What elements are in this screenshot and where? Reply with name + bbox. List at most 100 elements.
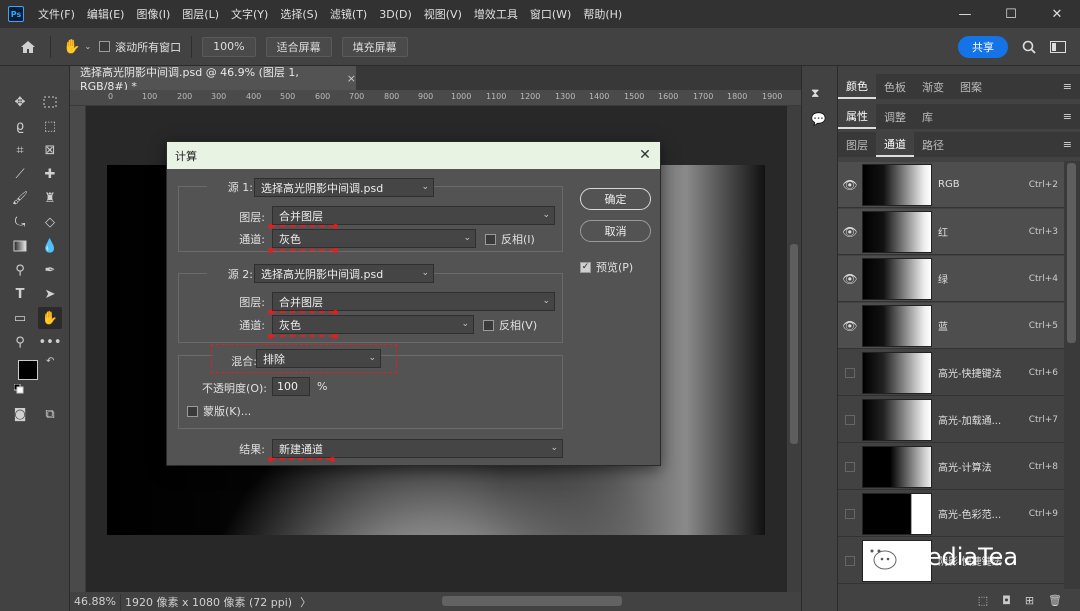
tab-color[interactable]: 颜色: [838, 74, 876, 99]
search-icon[interactable]: [1022, 40, 1036, 54]
visibility-toggle[interactable]: [845, 367, 855, 378]
checkmark-icon[interactable]: ✓: [580, 261, 591, 273]
swap-colors-icon[interactable]: ↶: [46, 356, 54, 367]
menu-edit[interactable]: 编辑(E): [81, 6, 131, 22]
dialog-close-button[interactable]: ✕: [636, 146, 654, 164]
gradient-tool-icon[interactable]: [8, 235, 32, 257]
menu-plugins[interactable]: 增效工具: [468, 6, 524, 22]
frame-tool-icon[interactable]: ⊠: [38, 139, 62, 161]
document-tab[interactable]: 选择高光阴影中间调.psd @ 46.9% (图层 1, RGB/8#) * ×: [70, 66, 356, 93]
menu-file[interactable]: 文件(F): [32, 6, 81, 22]
visibility-toggle[interactable]: [845, 461, 855, 472]
panel-menu-icon[interactable]: ≡: [1063, 80, 1072, 93]
document-info[interactable]: 1920 像素 x 1080 像素 (72 ppi): [120, 593, 292, 610]
path-select-tool-icon[interactable]: ➤: [38, 283, 62, 305]
source1-file-select[interactable]: 选择高光阴影中间调.psd ⌄: [254, 178, 434, 197]
visibility-toggle[interactable]: [845, 508, 855, 519]
mask-checkbox[interactable]: 蒙版(K)...: [187, 403, 251, 419]
source2-file-select[interactable]: 选择高光阴影中间调.psd ⌄: [254, 264, 434, 283]
eyedropper-tool-icon[interactable]: ⟋: [8, 163, 32, 185]
tab-layers[interactable]: 图层: [838, 132, 876, 157]
move-tool-icon[interactable]: ✥: [8, 91, 32, 113]
lasso-tool-icon[interactable]: ϱ: [8, 115, 32, 137]
maximize-button[interactable]: ☐: [988, 0, 1034, 28]
menu-view[interactable]: 视图(V): [418, 6, 468, 22]
close-tab-icon[interactable]: ×: [347, 72, 356, 85]
eraser-tool-icon[interactable]: ◇: [38, 211, 62, 233]
menu-window[interactable]: 窗口(W): [524, 6, 577, 22]
checkbox-box[interactable]: [485, 233, 496, 245]
type-tool-icon[interactable]: T: [8, 283, 32, 305]
crop-tool-icon[interactable]: ⌗: [8, 139, 32, 161]
source2-invert-checkbox[interactable]: 反相(V): [483, 317, 537, 333]
chevron-down-icon[interactable]: ⌄: [84, 42, 91, 51]
menu-layer[interactable]: 图层(L): [176, 6, 225, 22]
delete-channel-icon[interactable]: 🗑: [1048, 594, 1062, 607]
comments-panel-icon[interactable]: 💬: [811, 112, 829, 130]
scroll-all-windows-checkbox[interactable]: 滚动所有窗口: [99, 39, 181, 55]
zoom-100-button[interactable]: 100%: [202, 36, 256, 57]
save-selection-icon[interactable]: ◘: [1002, 594, 1011, 607]
source1-layer-select[interactable]: 合并图层 ⌄: [272, 206, 555, 225]
source1-channel-select[interactable]: 灰色 ⌄: [272, 229, 476, 248]
status-arrow-icon[interactable]: 〉: [300, 594, 311, 610]
fill-screen-button[interactable]: 填充屏幕: [341, 36, 408, 57]
visibility-toggle[interactable]: [845, 414, 855, 425]
zoom-level[interactable]: 46.88%: [74, 595, 118, 608]
history-brush-icon[interactable]: ⤿: [8, 211, 32, 233]
foreground-color-swatch[interactable]: [18, 360, 38, 380]
scrollbar-thumb[interactable]: [790, 244, 798, 444]
tab-properties[interactable]: 属性: [838, 104, 876, 129]
hand-tool-icon[interactable]: ✋: [63, 39, 80, 55]
panel-menu-icon[interactable]: ≡: [1063, 110, 1072, 123]
preview-checkbox[interactable]: ✓ 预览(P): [580, 259, 633, 275]
source2-channel-select[interactable]: 灰色 ⌄: [272, 315, 474, 334]
tab-swatches[interactable]: 色板: [876, 74, 914, 99]
tab-libraries[interactable]: 库: [914, 104, 941, 129]
tab-gradients[interactable]: 渐变: [914, 74, 952, 99]
scrollbar-thumb[interactable]: [1067, 163, 1076, 343]
vertical-scrollbar[interactable]: [787, 106, 801, 592]
channel-row[interactable]: 高光-快捷键法 Ctrl+6: [838, 350, 1064, 396]
eye-icon[interactable]: 👁: [838, 178, 862, 192]
channel-row[interactable]: 👁 红 Ctrl+3: [838, 209, 1064, 255]
blur-tool-icon[interactable]: 💧: [38, 235, 62, 257]
zoom-tool-icon[interactable]: ⚲: [8, 331, 32, 353]
home-icon[interactable]: [18, 40, 38, 54]
photoshop-app-icon[interactable]: Ps: [8, 6, 24, 22]
source2-layer-select[interactable]: 合并图层 ⌄: [272, 292, 555, 311]
healing-brush-icon[interactable]: ✚: [38, 163, 62, 185]
eye-icon[interactable]: 👁: [838, 272, 862, 286]
menu-help[interactable]: 帮助(H): [577, 6, 628, 22]
channel-row[interactable]: 👁 RGB Ctrl+2: [838, 162, 1064, 208]
fit-screen-button[interactable]: 适合屏幕: [265, 36, 332, 57]
eye-icon[interactable]: 👁: [838, 225, 862, 239]
channels-scrollbar[interactable]: [1064, 161, 1080, 589]
ok-button[interactable]: 确定: [580, 188, 651, 210]
workspace-icon[interactable]: [1050, 40, 1066, 53]
menu-select[interactable]: 选择(S): [274, 6, 324, 22]
menu-image[interactable]: 图像(I): [130, 6, 176, 22]
visibility-toggle[interactable]: [845, 555, 855, 566]
rectangle-tool-icon[interactable]: ▭: [8, 307, 32, 329]
brush-tool-icon[interactable]: 🖌: [8, 187, 32, 209]
result-select[interactable]: 新建通道 ⌄: [272, 439, 563, 458]
more-tools-icon[interactable]: •••: [38, 331, 62, 353]
minimize-button[interactable]: —: [942, 0, 988, 28]
marquee-tool-icon[interactable]: [38, 91, 62, 113]
load-selection-icon[interactable]: ⬚: [978, 594, 988, 607]
channel-row[interactable]: 👁 蓝 Ctrl+5: [838, 303, 1064, 349]
checkbox-box[interactable]: [99, 41, 111, 52]
channel-row[interactable]: 👁 绿 Ctrl+4: [838, 256, 1064, 302]
source1-invert-checkbox[interactable]: 反相(I): [485, 231, 535, 247]
tab-patterns[interactable]: 图案: [952, 74, 990, 99]
dialog-title-bar[interactable]: 计算: [167, 142, 660, 169]
close-window-button[interactable]: ✕: [1034, 0, 1080, 28]
menu-3d[interactable]: 3D(D): [373, 8, 418, 21]
tab-adjustments[interactable]: 调整: [876, 104, 914, 129]
quick-mask-icon[interactable]: ◙: [8, 403, 32, 425]
menu-filter[interactable]: 滤镜(T): [324, 6, 373, 22]
channel-row[interactable]: 高光-加载通... Ctrl+7: [838, 397, 1064, 443]
cancel-button[interactable]: 取消: [580, 220, 651, 242]
share-button[interactable]: 共享: [958, 35, 1008, 58]
